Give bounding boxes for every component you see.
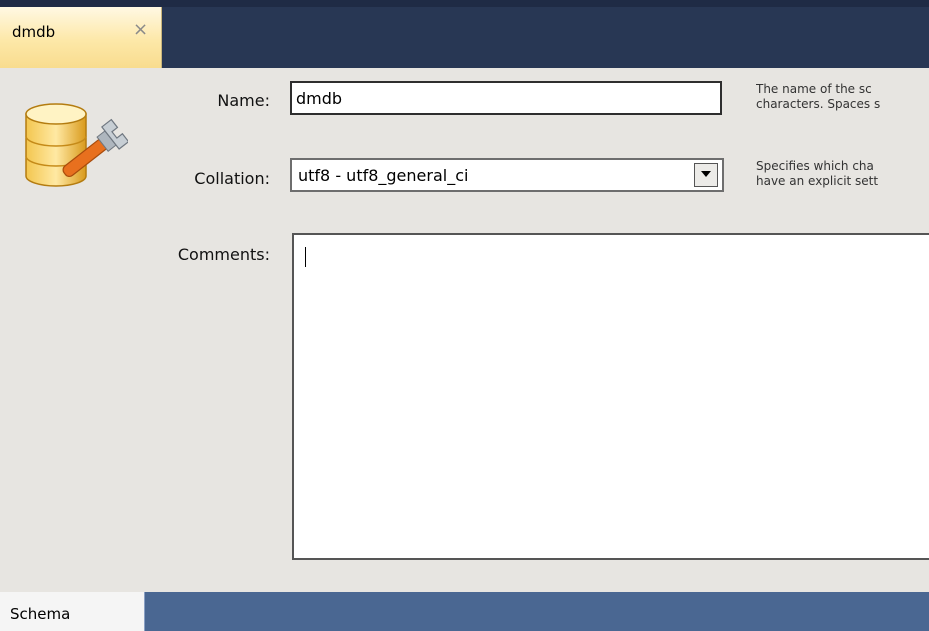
tab-close-icon[interactable]: × [133,20,148,40]
tab-dmdb[interactable]: dmdb × [0,7,162,68]
tab-title: dmdb [12,23,56,41]
name-hint-line-1: The name of the sc [756,82,872,96]
dropdown-arrow-icon [701,171,711,177]
collation-hint-text: Specifies which cha have an explicit set… [756,159,929,189]
comments-textarea[interactable] [292,233,929,560]
collation-label: Collation: [194,169,270,188]
schema-name-input[interactable]: dmdb [290,81,722,115]
tab-schema[interactable]: Schema [0,592,145,631]
collation-hint-line-2: have an explicit sett [756,174,879,188]
name-label: Name: [217,91,270,110]
text-caret [305,247,306,267]
schema-editor-panel: Name: dmdb The name of the sc characters… [0,68,929,592]
schema-tab-label: Schema [10,605,71,623]
collation-selected-value: utf8 - utf8_general_ci [298,166,469,185]
collation-dropdown-button[interactable] [694,163,718,187]
editor-bottom-tab-bar: Schema [0,592,929,631]
name-hint-line-2: characters. Spaces s [756,97,881,111]
document-tab-strip: dmdb × [0,7,929,68]
comments-label: Comments: [177,245,270,264]
name-hint-text: The name of the sc characters. Spaces s [756,82,929,112]
schema-editor-window: dmdb × Name: dmdb The name of the sc cha… [0,0,929,631]
collation-hint-line-1: Specifies which cha [756,159,874,173]
collation-select[interactable]: utf8 - utf8_general_ci [290,158,724,192]
